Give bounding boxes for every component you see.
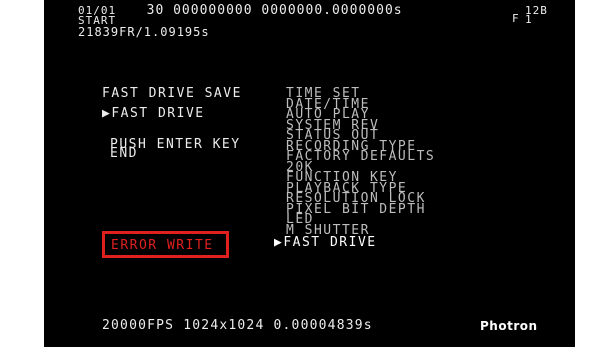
fast-drive-save-title: FAST DRIVE SAVE bbox=[102, 86, 242, 101]
camera-osd-screen: 01/01 30 000000000 0000000.0000000s STAR… bbox=[44, 0, 575, 347]
fast-drive-option[interactable]: ▶FAST DRIVE bbox=[102, 107, 205, 120]
bit-depth-indicator: 12B 1 bbox=[525, 5, 548, 25]
start-label: START bbox=[78, 14, 117, 27]
error-write-message: ERROR WRITE bbox=[111, 238, 214, 253]
menu-item[interactable]: M SHUTTER bbox=[286, 224, 435, 236]
frame-time-readout: 21839FR/1.09195s bbox=[78, 25, 210, 39]
recording-info: 20000FPS 1024x1024 0.00004839s bbox=[102, 318, 373, 333]
end-option[interactable]: END bbox=[110, 147, 138, 160]
error-write-highlight: ERROR WRITE bbox=[102, 231, 229, 258]
time-readout: 30 000000000 0000000.0000000s bbox=[146, 3, 403, 18]
setup-menu-list: TIME SET DATE/TIME AUTO PLAY SYSTEM REV STAT… bbox=[274, 87, 435, 248]
photron-logo: Photron bbox=[480, 319, 538, 333]
menu-item[interactable]: ▶FAST DRIVE bbox=[274, 236, 435, 248]
mode-letter: F bbox=[512, 12, 520, 25]
frame-and-time-readout: 01/01 30 000000000 0000000.0000000s bbox=[78, 3, 403, 18]
